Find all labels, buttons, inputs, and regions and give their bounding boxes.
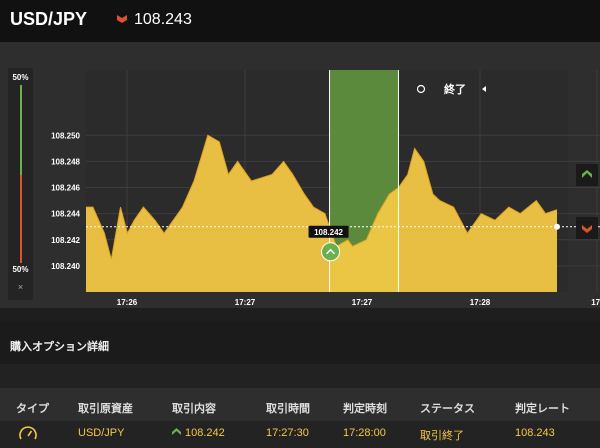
col-trade-time: 取引時間 [266, 403, 310, 415]
gauge-icon [19, 426, 37, 440]
entry-label: 108.242 [314, 228, 343, 237]
close-icon[interactable]: × [8, 282, 33, 292]
up-arrow-icon [172, 428, 181, 435]
y-tick-label: 108.248 [51, 157, 80, 166]
x-tick-label: 17:26 [117, 298, 138, 307]
sentiment-panel: 50% 50% × [8, 68, 33, 300]
low-button[interactable] [576, 217, 598, 239]
y-tick-label: 108.240 [51, 262, 80, 271]
down-sentiment-bar [20, 175, 22, 263]
col-type: タイプ [16, 403, 49, 415]
row-content-value: 108.242 [185, 427, 225, 439]
section-title: 購入オプション詳細 [10, 341, 109, 353]
row-status: 取引終了 [420, 430, 464, 442]
current-rate-dot [554, 223, 560, 230]
high-button[interactable] [576, 164, 598, 186]
col-judge-time: 判定時刻 [343, 403, 387, 415]
up-percentage: 50% [12, 73, 29, 82]
col-content: 取引内容 [172, 403, 216, 415]
y-tick-label: 108.246 [51, 184, 80, 193]
row-judge-time: 17:28:00 [343, 427, 386, 439]
table-row[interactable]: USD/JPY 108.242 17:27:30 17:28:00 取引終了 1… [0, 421, 600, 448]
table-header: タイプ 取引原資産 取引内容 取引時間 判定時刻 ステータス 判定レート [0, 388, 600, 421]
y-tick-label: 108.244 [51, 210, 80, 219]
x-tick-label: 17:27 [235, 298, 256, 307]
price-chart: 108.250 108.248 108.246 108.244 108.242 108.2… [51, 70, 600, 307]
up-sentiment-bar [20, 85, 22, 175]
row-asset: USD/JPY [78, 427, 125, 439]
x-tick-label: 17:28 [470, 298, 491, 307]
row-content: 108.242 [172, 427, 225, 439]
down-arrow-icon [582, 225, 592, 233]
y-tick-label: 108.242 [51, 236, 80, 245]
col-status: ステータス [420, 403, 475, 415]
down-percentage: 50% [12, 265, 29, 274]
entry-marker [321, 242, 341, 262]
up-arrow-icon [582, 170, 592, 178]
col-asset: 取引原資産 [78, 403, 133, 415]
y-tick-label: 108.250 [51, 131, 80, 140]
row-judge-rate: 108.243 [515, 427, 555, 439]
x-tick-label: 17: [591, 298, 600, 307]
col-judge-rate: 判定レート [515, 403, 570, 415]
option-window-label: 終了 [444, 82, 466, 96]
section-header: 購入オプション詳細 [0, 322, 600, 364]
x-tick-label: 17:27 [352, 298, 373, 307]
row-trade-time: 17:27:30 [266, 427, 309, 439]
spacer [0, 364, 600, 388]
